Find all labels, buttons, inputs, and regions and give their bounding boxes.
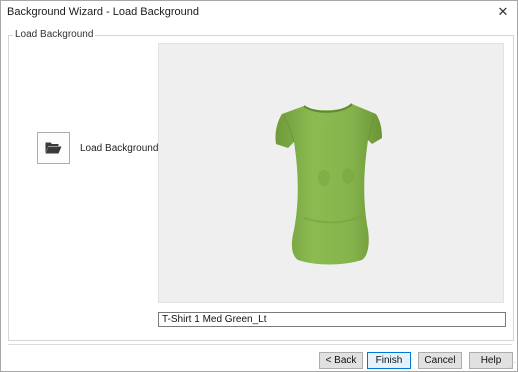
cancel-button[interactable]: Cancel bbox=[418, 352, 462, 369]
background-name-field[interactable]: T-Shirt 1 Med Green_Lt bbox=[158, 312, 506, 327]
window-title: Background Wizard - Load Background bbox=[7, 6, 199, 18]
help-button[interactable]: Help bbox=[469, 352, 513, 369]
finish-button[interactable]: Finish bbox=[367, 352, 411, 369]
group-legend: Load Background bbox=[13, 29, 96, 40]
t-shirt-image bbox=[275, 103, 382, 265]
back-button[interactable]: < Back bbox=[319, 352, 363, 369]
title-bar: Background Wizard - Load Background ✕ bbox=[1, 1, 517, 23]
background-preview bbox=[158, 43, 504, 303]
load-background-button[interactable] bbox=[37, 132, 70, 164]
dialog-window: Background Wizard - Load Background ✕ Lo… bbox=[0, 0, 518, 372]
resize-grip-icon[interactable]: ⋰ bbox=[509, 362, 516, 369]
close-icon[interactable]: ✕ bbox=[493, 2, 513, 22]
footer-separator bbox=[8, 344, 512, 345]
folder-open-icon bbox=[45, 142, 62, 154]
load-background-label: Load Background bbox=[80, 143, 159, 154]
